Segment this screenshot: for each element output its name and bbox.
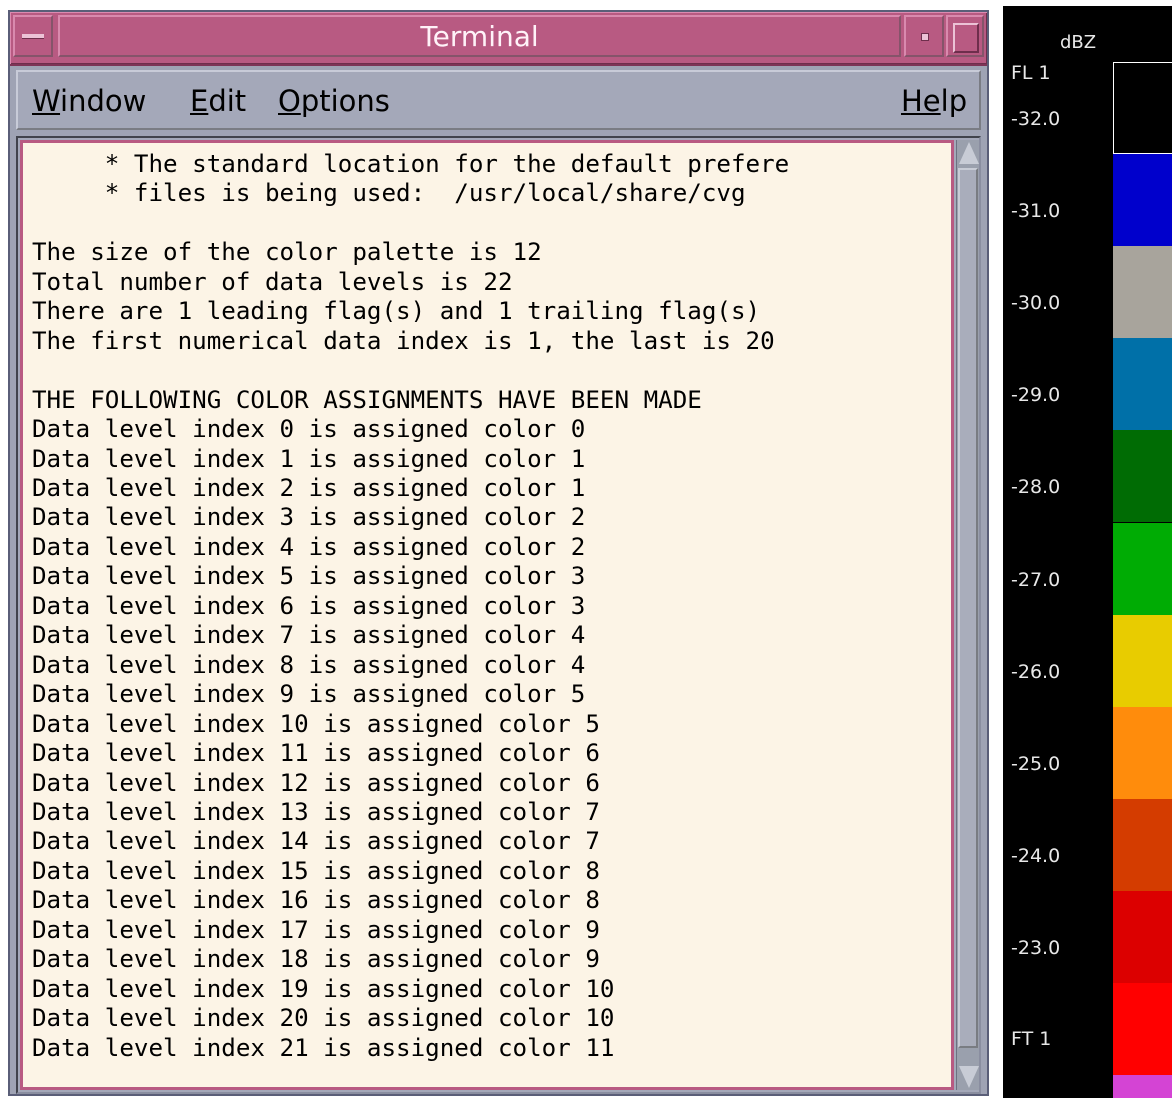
color-legend: dBZ FL 1 -32.0 -31.0 -30.0 -29.0 -28.0 -27.0 -2…: [1003, 6, 1172, 1098]
terminal-output: * The standard location for the default …: [32, 150, 789, 1063]
window-menu-button[interactable]: [13, 15, 53, 57]
terminal-line: THE FOLLOWING COLOR ASSIGNMENTS HAVE BEE…: [32, 385, 702, 414]
legend-swatch: [1113, 154, 1172, 247]
legend-swatch: [1113, 890, 1172, 983]
terminal-line: Data level index 12 is assigned color 6: [32, 768, 600, 797]
title-area[interactable]: Terminal: [58, 15, 901, 57]
legend-unit: dBZ: [1060, 32, 1097, 53]
legend-swatch: [1113, 983, 1172, 1076]
terminal-line: Data level index 17 is assigned color 9: [32, 915, 600, 944]
terminal-line: Data level index 3 is assigned color 2: [32, 503, 586, 532]
legend-swatch: [1113, 1075, 1172, 1098]
menu-help-mnemonic: He: [901, 84, 941, 118]
window-menu-icon: [22, 34, 44, 39]
legend-level-label: FT 1: [1011, 1028, 1052, 1050]
terminal-line: Data level index 0 is assigned color 0: [32, 415, 586, 444]
maximize-button[interactable]: [946, 15, 984, 57]
terminal-line: * files is being used: /usr/local/share/…: [32, 179, 746, 208]
menu-window[interactable]: Window: [32, 84, 146, 118]
terminal-line: Data level index 1 is assigned color 1: [32, 444, 586, 473]
terminal-line: Data level index 9 is assigned color 5: [32, 680, 586, 709]
terminal-line: Data level index 2 is assigned color 1: [32, 473, 586, 502]
terminal-text-area[interactable]: * The standard location for the default …: [20, 140, 954, 1090]
legend-swatch: [1113, 338, 1172, 431]
menu-edit-mnemonic: E: [190, 84, 209, 118]
terminal-line: Data level index 18 is assigned color 9: [32, 945, 600, 974]
terminal-frame: * The standard location for the default …: [16, 136, 981, 1094]
terminal-line: Data level index 14 is assigned color 7: [32, 827, 600, 856]
terminal-line: Data level index 15 is assigned color 8: [32, 856, 600, 885]
terminal-line: Data level index 21 is assigned color 11: [32, 1033, 615, 1062]
minimize-button[interactable]: [904, 15, 944, 57]
terminal-line: Data level index 7 is assigned color 4: [32, 621, 586, 650]
legend-swatch: [1113, 430, 1172, 523]
legend-level-label: -28.0: [1011, 476, 1061, 499]
terminal-line: Data level index 4 is assigned color 2: [32, 532, 586, 561]
terminal-line: There are 1 leading flag(s) and 1 traili…: [32, 297, 761, 326]
vertical-scrollbar[interactable]: [956, 140, 979, 1090]
terminal-line: Data level index 5 is assigned color 3: [32, 562, 586, 591]
legend-level-label: -27.0: [1011, 568, 1061, 591]
legend-level-label: -25.0: [1011, 752, 1061, 775]
terminal-line: Data level index 10 is assigned color 5: [32, 709, 600, 738]
menu-window-mnemonic: W: [32, 84, 61, 118]
window-title: Terminal: [420, 19, 539, 53]
terminal-line: Data level index 16 is assigned color 8: [32, 886, 600, 915]
scroll-up-arrow-icon[interactable]: [959, 142, 979, 164]
legend-swatch: [1113, 246, 1172, 339]
legend-swatch: [1113, 798, 1172, 891]
menu-edit[interactable]: Edit: [190, 84, 246, 118]
terminal-line: Data level index 20 is assigned color 10: [32, 1004, 615, 1033]
maximize-icon: [953, 23, 979, 53]
menu-options[interactable]: Options: [278, 84, 390, 118]
legend-level-label: -29.0: [1011, 384, 1061, 407]
legend-level-label: -24.0: [1011, 844, 1061, 867]
menu-options-mnemonic: O: [278, 84, 301, 118]
terminal-line: Total number of data levels is 22: [32, 267, 513, 296]
legend-level-label: -23.0: [1011, 936, 1061, 959]
terminal-window: Terminal Window Edit Options Help * The …: [8, 10, 989, 1096]
terminal-line: The size of the color palette is 12: [32, 238, 542, 267]
terminal-line: The first numerical data index is 1, the…: [32, 326, 775, 355]
menu-help-label: lp: [940, 84, 968, 118]
scroll-thumb[interactable]: [958, 168, 978, 1048]
terminal-line: Data level index 11 is assigned color 6: [32, 739, 600, 768]
menu-help[interactable]: Help: [901, 84, 967, 118]
minimize-icon: [921, 33, 929, 41]
terminal-line: Data level index 6 is assigned color 3: [32, 591, 586, 620]
legend-level-label: -31.0: [1011, 200, 1061, 223]
menu-options-label: ptions: [300, 84, 390, 118]
menu-edit-label: dit: [208, 84, 247, 118]
legend-level-label: -32.0: [1011, 108, 1061, 130]
legend-swatch: [1113, 62, 1172, 155]
title-bar[interactable]: Terminal: [10, 12, 987, 66]
menu-bar: Window Edit Options Help: [16, 70, 981, 130]
legend-level-label: FL 1: [1011, 62, 1051, 84]
terminal-line: Data level index 19 is assigned color 10: [32, 974, 615, 1003]
terminal-line: * The standard location for the default …: [32, 150, 790, 178]
legend-level-label: -26.0: [1011, 660, 1061, 683]
scroll-down-arrow-icon[interactable]: [959, 1066, 979, 1088]
menu-window-label: indow: [60, 84, 147, 118]
legend-swatch: [1113, 522, 1172, 615]
terminal-line: Data level index 8 is assigned color 4: [32, 650, 586, 679]
terminal-line: Data level index 13 is assigned color 7: [32, 797, 600, 826]
legend-level-label: -30.0: [1011, 292, 1061, 315]
legend-swatch: [1113, 706, 1172, 799]
legend-swatch: [1113, 614, 1172, 707]
